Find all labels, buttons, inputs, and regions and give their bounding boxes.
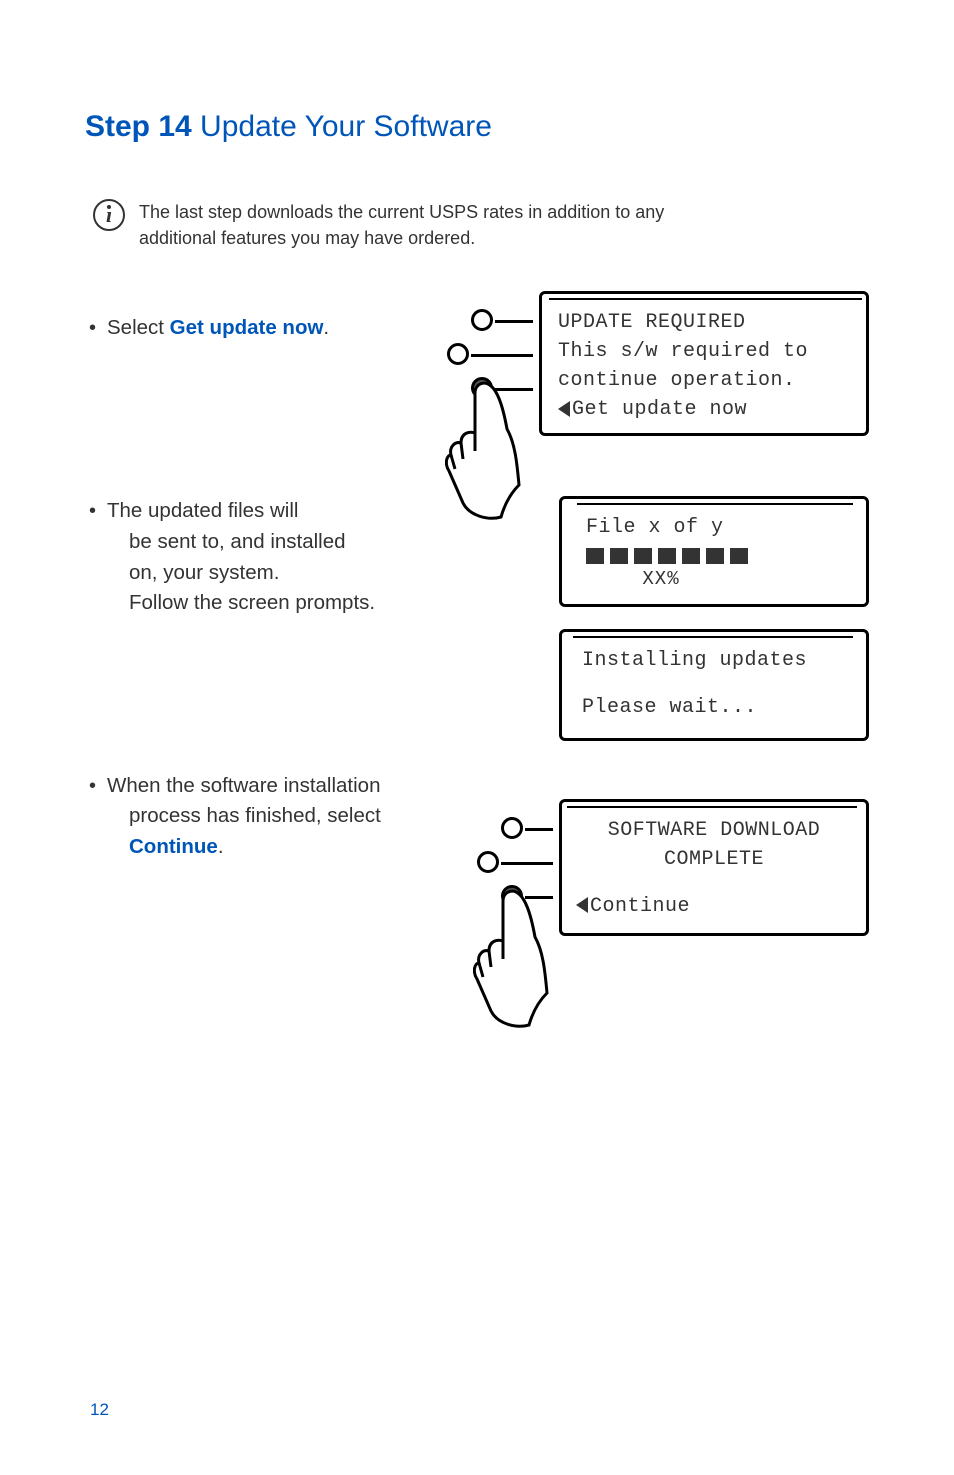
step-block-3: When the software installation process h… — [85, 771, 869, 936]
b2-l4: Follow the screen prompts. — [107, 588, 375, 619]
info-callout: ı The last step downloads the current US… — [93, 199, 869, 251]
s1-l4-row[interactable]: Get update now — [558, 395, 857, 424]
side-button-4a[interactable] — [501, 817, 523, 839]
s1-l1: UPDATE REQUIRED — [558, 308, 857, 337]
s1-l4: Get update now — [572, 398, 747, 421]
s1-l3: continue operation. — [558, 366, 857, 395]
b3-l2: process has finished, select — [107, 801, 381, 832]
step1-text: Select Get update now. — [85, 313, 329, 344]
step-block-1: Select Get update now. UPDATE REQUIRED T… — [85, 291, 869, 436]
info-text: The last step downloads the current USPS… — [139, 199, 664, 251]
s1-l2: This s/w required to — [558, 337, 857, 366]
step-block-2: The updated files will be sent to, and i… — [85, 496, 869, 741]
screen-file-progress: File x of y XX% — [559, 496, 869, 607]
screen-update-required: UPDATE REQUIRED This s/w required to con… — [539, 291, 869, 436]
b2-l1: The updated files will — [107, 499, 298, 522]
s4-l1: SOFTWARE DOWNLOAD — [576, 816, 852, 845]
left-triangle-icon — [558, 401, 570, 417]
s2-pct: XX% — [586, 566, 736, 594]
s4-l2: COMPLETE — [576, 845, 852, 874]
b1-prefix: Select — [107, 316, 170, 339]
progress-bar — [586, 548, 848, 564]
s3-l2: Please wait... — [582, 693, 848, 722]
info-line2: additional features you may have ordered… — [139, 228, 475, 248]
side-button-2[interactable] — [447, 343, 469, 365]
hand-pointing-icon-2 — [473, 881, 583, 1031]
b3-hl: Continue — [129, 835, 218, 858]
side-button-4b[interactable] — [477, 851, 499, 873]
b2-l3: on, your system. — [107, 558, 375, 589]
b2-l2: be sent to, and installed — [107, 527, 375, 558]
page-number: 12 — [90, 1400, 109, 1420]
page-heading: Step 14 Update Your Software — [85, 110, 869, 144]
screen4-wrap: SOFTWARE DOWNLOAD COMPLETE Continue — [559, 799, 869, 936]
heading-rest: Update Your Software — [192, 110, 492, 143]
hand-pointing-icon — [445, 373, 555, 523]
screen1-wrap: UPDATE REQUIRED This s/w required to con… — [539, 291, 869, 436]
info-icon: ı — [93, 199, 125, 231]
s2-l1: File x of y — [586, 513, 848, 542]
s4-l3: Continue — [590, 895, 690, 918]
heading-bold: Step 14 — [85, 110, 192, 143]
step2-text: The updated files will be sent to, and i… — [85, 496, 375, 619]
screen-installing: Installing updates Please wait... — [559, 629, 869, 741]
b3-suffix: . — [218, 835, 224, 858]
b1-highlight: Get update now — [170, 316, 324, 339]
info-line1: The last step downloads the current USPS… — [139, 202, 664, 222]
s4-l3-row[interactable]: Continue — [576, 892, 852, 921]
screen-col-2: File x of y XX% Installing updates Pleas… — [559, 496, 869, 741]
step3-text: When the software installation process h… — [85, 771, 381, 863]
side-button-1[interactable] — [471, 309, 493, 331]
b1-suffix: . — [323, 316, 329, 339]
screen-download-complete: SOFTWARE DOWNLOAD COMPLETE Continue — [559, 799, 869, 936]
s3-l1: Installing updates — [582, 646, 848, 675]
b3-l1: When the software installation — [107, 774, 380, 797]
